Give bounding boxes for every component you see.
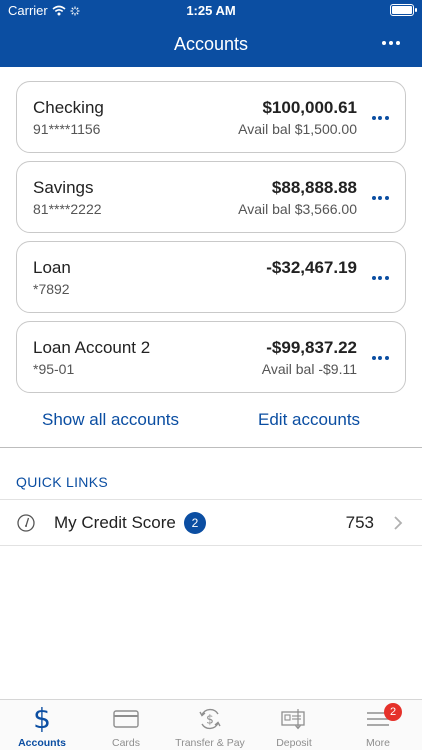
- transfer-icon: $: [168, 706, 252, 732]
- tab-accounts[interactable]: $ Accounts: [0, 700, 84, 750]
- account-links: Show all accounts Edit accounts: [0, 407, 422, 433]
- account-menu-icon[interactable]: [369, 108, 391, 128]
- account-balance: $100,000.61: [262, 98, 357, 117]
- account-balance: -$99,837.22: [266, 338, 357, 357]
- tab-label: Deposit: [276, 737, 312, 749]
- menu-icon: [336, 706, 420, 732]
- tab-label: More: [366, 737, 390, 749]
- tab-label: Transfer & Pay: [175, 737, 245, 749]
- tab-deposit[interactable]: Deposit: [252, 700, 336, 750]
- account-name: Loan: [33, 258, 71, 277]
- account-name: Checking: [33, 98, 104, 117]
- account-card-checking[interactable]: Checking 91****1156 $100,000.61 Avail ba…: [16, 81, 406, 153]
- account-number: 81****2222: [33, 201, 102, 217]
- account-menu-icon[interactable]: [369, 348, 391, 368]
- tab-more[interactable]: 2 More: [336, 700, 420, 750]
- credit-score-badge: 2: [184, 512, 206, 534]
- account-number: *7892: [33, 281, 70, 297]
- account-balance: -$32,467.19: [266, 258, 357, 277]
- account-number: *95-01: [33, 361, 75, 377]
- tab-bar: $ Accounts Cards $ Transfer & Pay Deposi…: [0, 699, 422, 750]
- account-name: Savings: [33, 178, 94, 197]
- divider: [0, 545, 422, 546]
- credit-score-value: 753: [345, 513, 374, 532]
- status-time: 1:25 AM: [186, 3, 236, 18]
- account-balance: $88,888.88: [271, 178, 357, 197]
- chevron-right-icon: [394, 516, 403, 530]
- app-header: Carrier 1:25 AM Accounts: [0, 0, 422, 67]
- dollar-icon: $: [33, 702, 51, 735]
- battery-icon: [390, 4, 417, 16]
- credit-score-label: My Credit Score: [54, 513, 176, 532]
- account-number: 91****1156: [33, 121, 101, 137]
- account-card-loan[interactable]: Loan *7892 -$32,467.19: [16, 241, 406, 313]
- tab-label: Cards: [111, 737, 140, 749]
- tab-transfer-pay[interactable]: $ Transfer & Pay: [168, 700, 252, 750]
- account-menu-icon[interactable]: [369, 188, 391, 208]
- show-all-accounts-link[interactable]: Show all accounts: [42, 410, 179, 430]
- edit-accounts-link[interactable]: Edit accounts: [258, 410, 360, 430]
- page-title: Accounts: [173, 34, 249, 54]
- more-horizontal-icon[interactable]: [376, 33, 406, 53]
- section-divider: [0, 447, 422, 448]
- account-card-savings[interactable]: Savings 81****2222 $88,888.88 Avail bal …: [16, 161, 406, 233]
- account-name: Loan Account 2: [33, 338, 151, 357]
- tab-label: Accounts: [18, 737, 66, 749]
- available-balance: Avail bal $3,566.00: [238, 201, 357, 217]
- status-bar: Carrier 1:25 AM: [0, 0, 422, 22]
- deposit-check-icon: [252, 706, 336, 732]
- card-icon: [84, 706, 168, 732]
- account-list: Checking 91****1156 $100,000.61 Avail ba…: [16, 81, 406, 401]
- account-card-loan-2[interactable]: Loan Account 2 *95-01 -$99,837.22 Avail …: [16, 321, 406, 393]
- svg-text:$: $: [206, 713, 214, 727]
- gauge-icon: [17, 514, 35, 532]
- account-menu-icon[interactable]: [369, 268, 391, 288]
- more-badge: 2: [384, 703, 402, 721]
- available-balance: Avail bal -$9.11: [261, 361, 357, 377]
- tab-cards[interactable]: Cards: [84, 700, 168, 750]
- credit-score-row[interactable]: My Credit Score 2 753: [0, 500, 422, 545]
- quick-links-heading: QUICK LINKS: [16, 474, 108, 490]
- available-balance: Avail bal $1,500.00: [238, 121, 357, 137]
